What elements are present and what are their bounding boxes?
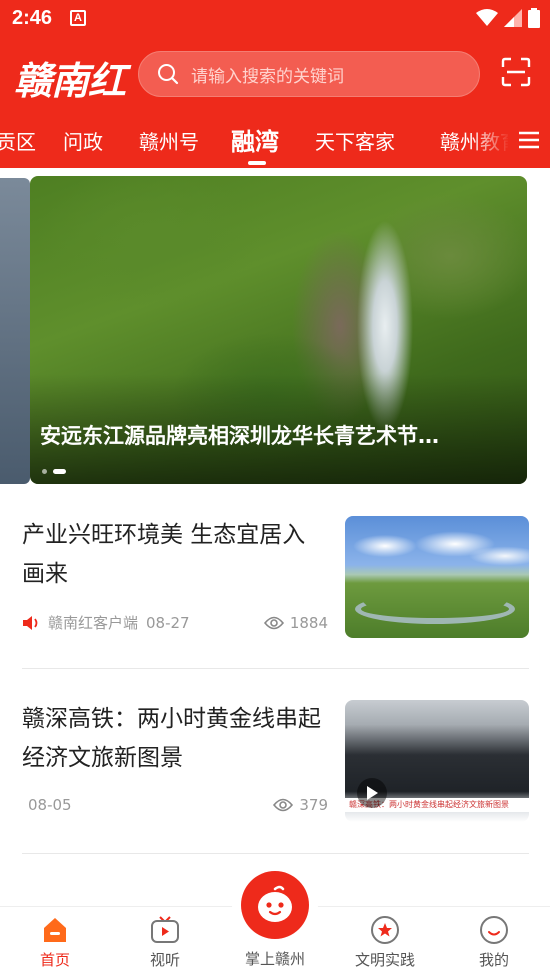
view-count: 379: [273, 796, 328, 814]
carousel-dot: [42, 469, 47, 474]
app-header: 赣南红 请输入搜索的关键词: [0, 38, 550, 112]
search-bar[interactable]: 请输入搜索的关键词: [138, 51, 480, 97]
previous-slide-peek[interactable]: [0, 178, 30, 484]
channel-tabs: 贡区 问政 赣州号 融湾 天下客家 赣州教育: [0, 112, 550, 168]
tv-icon: [150, 915, 180, 945]
nav-video[interactable]: 视听: [125, 915, 205, 970]
speaker-icon: [23, 615, 38, 630]
battery-icon: [528, 8, 540, 28]
tab-tianxiakejia[interactable]: 天下客家: [315, 126, 395, 155]
search-placeholder: 请输入搜索的关键词: [191, 66, 344, 87]
channel-menu-button[interactable]: [508, 112, 550, 168]
search-icon: [158, 64, 179, 85]
status-bar: 2:46 A: [0, 0, 550, 38]
play-icon: [367, 786, 378, 800]
mascot-icon: [258, 885, 292, 922]
profile-icon: [479, 915, 509, 945]
scan-icon[interactable]: [501, 57, 531, 87]
status-icons: [476, 8, 540, 28]
carousel-dot-active: [53, 469, 66, 474]
news-meta: 08-05 379: [22, 796, 328, 814]
eye-icon: [263, 616, 284, 629]
nav-profile-label: 我的: [478, 951, 509, 969]
news-title: 赣深高铁：两小时黄金线串起经济文旅新图景: [22, 706, 321, 771]
news-title: 产业兴旺环境美 生态宜居入画来: [22, 522, 306, 587]
news-thumbnail: [345, 516, 529, 638]
nav-zhangshang-ganzhou-label: 掌上赣州: [244, 950, 305, 968]
active-tab-indicator: [248, 161, 266, 165]
view-count: 1884: [263, 613, 328, 632]
banner-title: 安远东江源品牌亮相深圳龙华长青艺术节…: [40, 424, 439, 448]
nav-zhangshang-ganzhou[interactable]: [241, 871, 309, 939]
news-item[interactable]: 产业兴旺环境美 生态宜居入画来 赣南红客户端 08-27 1884: [22, 516, 529, 638]
wifi-icon: [476, 9, 498, 26]
view-count-value: 1884: [289, 613, 328, 632]
list-divider: [22, 668, 529, 669]
notification-icon: A: [70, 10, 86, 26]
news-source: 赣南红客户端: [48, 614, 139, 632]
tab-ganzhouhao[interactable]: 赣州号: [139, 126, 199, 155]
nav-civilization-label: 文明实践: [354, 951, 415, 969]
news-meta: 赣南红客户端 08-27 1884: [22, 612, 328, 633]
eye-icon: [273, 798, 294, 812]
star-badge-icon: [370, 915, 400, 945]
tab-rongwan[interactable]: 融湾: [231, 122, 279, 157]
news-date: 08-05: [28, 796, 72, 814]
news-item[interactable]: 赣深高铁：两小时黄金线串起经济文旅新图景 08-05 379 赣深高铁：两小时黄…: [22, 700, 529, 822]
news-video-thumbnail: 赣深高铁：两小时黄金线串起经济文旅新图景: [345, 700, 529, 822]
news-date: 08-27: [146, 613, 190, 632]
menu-icon: [519, 131, 539, 149]
app-logo: 赣南红: [14, 58, 126, 103]
list-divider: [22, 853, 529, 854]
thumbnail-river: [355, 594, 515, 624]
nav-civilization[interactable]: 文明实践: [345, 915, 425, 970]
banner-slide[interactable]: 安远东江源品牌亮相深圳龙华长青艺术节…: [30, 176, 527, 484]
banner-carousel: 安远东江源品牌亮相深圳龙华长青艺术节…: [0, 168, 550, 498]
view-count-value: 379: [299, 796, 328, 814]
tab-wenzheng[interactable]: 问政: [63, 126, 103, 155]
nav-home-label: 首页: [39, 951, 70, 969]
nav-home[interactable]: 首页: [15, 915, 95, 970]
nav-profile[interactable]: 我的: [454, 915, 534, 970]
signal-icon: [504, 9, 522, 27]
status-time: 2:46: [12, 7, 53, 29]
tab-gongqu[interactable]: 贡区: [0, 126, 36, 155]
tab-fade: [470, 112, 510, 168]
nav-video-label: 视听: [149, 951, 180, 969]
home-icon: [40, 915, 70, 945]
play-button[interactable]: [357, 778, 387, 808]
